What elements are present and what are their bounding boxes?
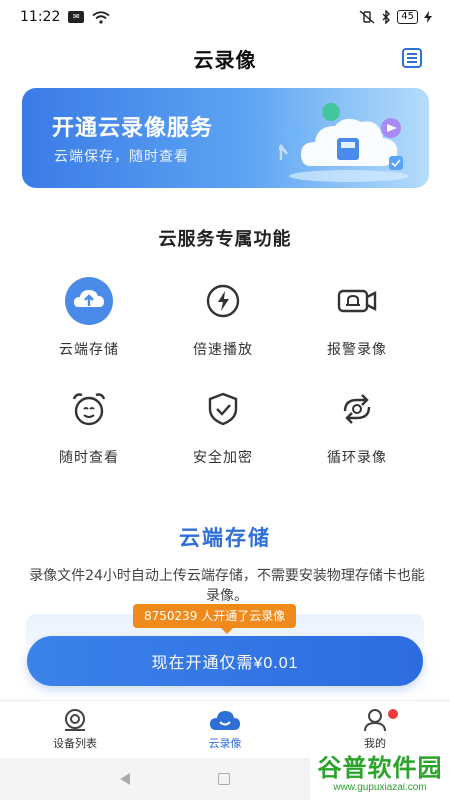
nav-device-list[interactable]: 设备列表 xyxy=(0,701,150,758)
feature-secure-encrypt[interactable]: 安全加密 xyxy=(163,383,283,473)
feature-loop-record[interactable]: 循环录像 xyxy=(297,383,417,473)
feature-speed-play[interactable]: 倍速播放 xyxy=(163,275,283,365)
menu-line xyxy=(407,53,417,55)
cloud-icon xyxy=(210,711,240,730)
section-title: 云端存储 xyxy=(179,526,271,550)
status-left: 11:22 ✉ xyxy=(20,9,110,25)
back-icon[interactable] xyxy=(120,773,130,785)
feature-label: 循环录像 xyxy=(327,450,387,466)
watermark-url: www.gupuxiazai.com xyxy=(333,782,427,793)
device-list-icon xyxy=(65,709,85,731)
section-description: 录像文件24小时自动上传云端存储，不需要安装物理存储卡也能录像。 xyxy=(29,568,425,604)
lightning-icon xyxy=(197,275,249,327)
watermark-title: 谷普软件园 xyxy=(317,754,443,782)
bluetooth-icon xyxy=(382,10,391,24)
feature-label: 随时查看 xyxy=(59,450,119,466)
menu-line xyxy=(407,61,417,63)
feature-label: 云端存储 xyxy=(59,342,119,358)
battery-indicator: 45 xyxy=(397,10,418,24)
header: 云录像 xyxy=(0,34,450,82)
page-title: 云录像 xyxy=(193,47,257,72)
features-title: 云服务专属功能 xyxy=(158,229,292,250)
status-time: 11:22 xyxy=(20,9,61,25)
nav-cloud-video[interactable]: 云录像 xyxy=(150,701,300,758)
banner-subtitle: 云端保存，随时查看 xyxy=(54,149,189,165)
cloud-illustration-icon xyxy=(279,103,409,182)
feature-label: 安全加密 xyxy=(193,450,253,466)
menu-line xyxy=(407,57,417,59)
alarm-camera-icon xyxy=(331,275,383,327)
alarm-clock-icon xyxy=(63,383,115,435)
wifi-icon xyxy=(92,10,110,24)
status-right: 45 xyxy=(359,10,432,24)
nav-label: 设备列表 xyxy=(53,737,97,750)
feature-cloud-storage[interactable]: 云端存储 xyxy=(29,275,149,365)
feature-label: 报警录像 xyxy=(327,342,387,358)
nav-label: 云录像 xyxy=(208,737,242,750)
feature-alarm-record[interactable]: 报警录像 xyxy=(297,275,417,365)
notification-badge xyxy=(388,709,398,719)
home-icon[interactable] xyxy=(218,773,230,785)
feature-label: 倍速播放 xyxy=(193,342,253,358)
status-bar: 11:22 ✉ 45 xyxy=(0,0,450,34)
loop-icon xyxy=(331,383,383,435)
subscribe-button[interactable]: 现在开通仅需¥0.01 xyxy=(27,636,423,686)
banner-title: 开通云录像服务 xyxy=(52,116,214,141)
feature-view-anytime[interactable]: 随时查看 xyxy=(29,383,149,473)
shield-check-icon xyxy=(197,383,249,435)
vibrate-mute-icon xyxy=(359,10,375,24)
watermark: 谷普软件园 www.gupuxiazai.com xyxy=(310,748,450,800)
charging-icon xyxy=(424,11,432,23)
menu-button[interactable] xyxy=(402,48,422,68)
user-icon xyxy=(364,709,386,732)
notification-icon: ✉ xyxy=(68,11,85,23)
promo-banner[interactable]: 开通云录像服务 云端保存，随时查看 xyxy=(22,88,429,188)
cloud-upload-icon xyxy=(63,275,115,327)
promo-tooltip: 8750239 人开通了云录像 xyxy=(133,604,297,634)
